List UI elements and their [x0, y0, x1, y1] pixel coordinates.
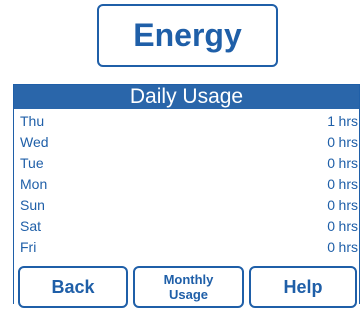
usage-unit: hrs [338, 239, 358, 255]
day-label: Wed [20, 134, 49, 150]
list-item: Sat 0 hrs [14, 216, 359, 237]
usage-value: 0 [327, 218, 335, 234]
list-item: Wed 0 hrs [14, 132, 359, 153]
panel-title: Daily Usage [14, 85, 359, 109]
day-label: Sat [20, 218, 42, 234]
list-item: Tue 0 hrs [14, 153, 359, 174]
usage-unit: hrs [338, 155, 358, 171]
usage-unit: hrs [338, 113, 358, 129]
list-item: Sun 0 hrs [14, 195, 359, 216]
list-item: Thu 1 hrs [14, 111, 359, 132]
usage-value: 0 [327, 155, 335, 171]
day-label: Tue [20, 155, 44, 171]
usage-unit: hrs [338, 176, 358, 192]
monthly-usage-label-line1: Monthly [163, 272, 214, 287]
usage-value: 0 [327, 239, 335, 255]
usage-unit: hrs [338, 134, 358, 150]
day-label: Fri [20, 239, 37, 255]
day-label: Mon [20, 176, 48, 192]
monthly-usage-label-line2: Usage [168, 287, 208, 302]
back-button[interactable]: Back [18, 266, 128, 308]
monthly-usage-button[interactable]: Monthly Usage [133, 266, 244, 308]
day-label: Thu [20, 113, 45, 129]
usage-value: 0 [327, 197, 335, 213]
usage-value: 0 [327, 176, 335, 192]
usage-unit: hrs [338, 197, 358, 213]
help-button[interactable]: Help [249, 266, 357, 308]
energy-title-button[interactable]: Energy [97, 4, 278, 67]
day-label: Sun [20, 197, 45, 213]
usage-value: 0 [327, 134, 335, 150]
usage-list: Thu 1 hrs Wed 0 hrs Tue 0 hrs Mon 0 hrs … [14, 111, 359, 258]
list-item: Mon 0 hrs [14, 174, 359, 195]
usage-unit: hrs [338, 218, 358, 234]
list-item: Fri 0 hrs [14, 237, 359, 258]
usage-value: 1 [327, 113, 335, 129]
